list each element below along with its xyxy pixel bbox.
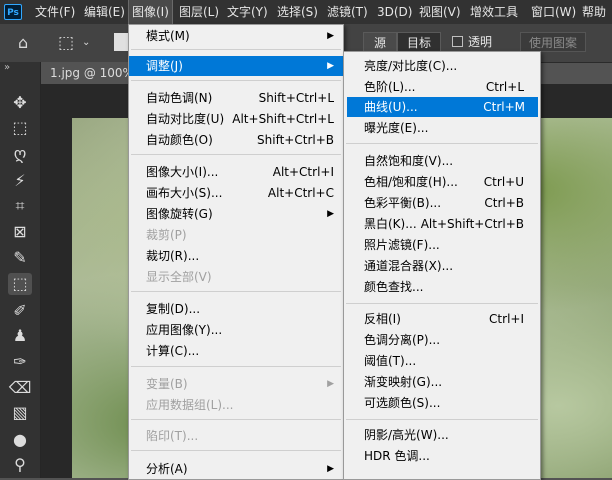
target-button[interactable]: 目标 <box>397 32 441 52</box>
menu-item-canvas-size[interactable]: 画布大小(S)... Alt+Ctrl+C <box>129 183 343 203</box>
menu-item-mode[interactable]: 模式(M) ▶ <box>129 26 343 46</box>
menu-item-posterize[interactable]: 色调分离(P)... <box>344 330 540 350</box>
source-button[interactable]: 源 <box>363 32 397 52</box>
document-tab[interactable]: 1.jpg @ 100%( <box>41 62 130 84</box>
blur-icon[interactable]: ● <box>8 429 32 451</box>
move-icon[interactable]: ✥ <box>8 92 32 114</box>
image-menu: 模式(M) ▶ 调整(J) ▶ 自动色调(N) Shift+Ctrl+L 自动对比度(… <box>128 24 344 480</box>
separator <box>131 49 341 50</box>
adjustments-submenu: 亮度/对比度(C)... 色阶(L)... Ctrl+L 曲线(U)... Ctrl… <box>343 51 541 480</box>
menu-item-apply-data-set[interactable]: 应用数据组(L)... <box>129 395 343 415</box>
menu-item-color-lookup[interactable]: 颜色查找... <box>344 277 540 297</box>
menu-item-apply-image[interactable]: 应用图像(Y)... <box>129 320 343 340</box>
use-pattern-button[interactable]: 使用图案 <box>520 32 587 52</box>
separator <box>131 154 341 155</box>
menu-item-variables[interactable]: 变量(B) ▶ <box>129 374 343 394</box>
dodge-icon[interactable]: ⚲ <box>8 454 32 476</box>
separator <box>346 303 538 304</box>
magic-wand-icon[interactable]: ⚡ <box>8 170 32 192</box>
menu-item-hue-saturation[interactable]: 色相/饱和度(H)... Ctrl+U <box>344 172 540 192</box>
transparent-label: 透明 <box>468 35 493 49</box>
lasso-icon[interactable]: ღ <box>8 143 32 165</box>
menu-bar: Ps 文件(F) 编辑(E) 图像(I) 图层(L) 文字(Y) 选择(S) 滤… <box>0 0 612 25</box>
eyedropper-icon[interactable]: ✎ <box>8 247 32 269</box>
separator <box>131 291 341 292</box>
separator <box>131 450 341 451</box>
menu-item-brightness-contrast[interactable]: 亮度/对比度(C)... <box>344 56 540 76</box>
submenu-arrow-icon: ▶ <box>327 379 334 389</box>
menu-item-photo-filter[interactable]: 照片滤镜(F)... <box>344 235 540 255</box>
marquee-icon[interactable]: ⬚ <box>8 117 32 139</box>
menu-item-curves[interactable]: 曲线(U)... Ctrl+M <box>347 97 538 117</box>
eraser-icon[interactable]: ⌫ <box>8 377 32 399</box>
menu-item-adjustments[interactable]: 调整(J) ▶ <box>129 56 343 76</box>
menu-image[interactable]: 图像(I) <box>128 0 173 25</box>
menu-filter[interactable]: 滤镜(T) <box>327 0 368 24</box>
home-icon[interactable]: ⌂ <box>18 24 28 62</box>
submenu-arrow-icon: ▶ <box>327 464 334 474</box>
menu-item-vibrance[interactable]: 自然饱和度(V)... <box>344 151 540 171</box>
transparent-checkbox[interactable] <box>452 36 463 47</box>
menu-3d[interactable]: 3D(D) <box>377 0 412 24</box>
gradient-icon[interactable]: ▧ <box>8 402 32 424</box>
history-brush-icon[interactable]: ✑ <box>8 351 32 373</box>
menu-item-hdr-toning[interactable]: HDR 色调... <box>344 446 540 466</box>
menu-plugins[interactable]: 增效工具 <box>470 0 518 24</box>
menu-item-calculations[interactable]: 计算(C)... <box>129 341 343 361</box>
patch-tool-preset-icon[interactable]: ⬚ <box>58 24 74 62</box>
menu-item-levels[interactable]: 色阶(L)... Ctrl+L <box>344 77 540 97</box>
menu-item-shadows-highlights[interactable]: 阴影/高光(W)... <box>344 425 540 445</box>
menu-window[interactable]: 窗口(W) <box>531 0 576 24</box>
menu-file[interactable]: 文件(F) <box>35 0 75 24</box>
menu-item-auto-tone[interactable]: 自动色调(N) Shift+Ctrl+L <box>129 88 343 108</box>
menu-item-trap[interactable]: 陷印(T)... <box>129 426 343 446</box>
tools-panel: » ✥ ⬚ ღ ⚡ ⌗ ⊠ ✎ ⬚ ✐ ♟ ✑ ⌫ ▧ ● ⚲ <box>0 62 41 478</box>
frame-icon[interactable]: ⊠ <box>8 221 32 243</box>
menu-item-auto-color[interactable]: 自动颜色(O) Shift+Ctrl+B <box>129 130 343 150</box>
menu-view[interactable]: 视图(V) <box>419 0 461 24</box>
stamp-icon[interactable]: ♟ <box>8 325 32 347</box>
crop-icon[interactable]: ⌗ <box>8 195 32 217</box>
menu-item-reveal-all[interactable]: 显示全部(V) <box>129 267 343 287</box>
separator <box>346 419 538 420</box>
photoshop-logo: Ps <box>4 4 22 20</box>
menu-item-selective-color[interactable]: 可选颜色(S)... <box>344 393 540 413</box>
separator <box>131 419 341 420</box>
menu-item-threshold[interactable]: 阈值(T)... <box>344 351 540 371</box>
menu-help[interactable]: 帮助 <box>582 0 606 24</box>
menu-item-crop[interactable]: 裁剪(P) <box>129 225 343 245</box>
menu-type[interactable]: 文字(Y) <box>227 0 268 24</box>
separator <box>346 143 538 144</box>
menu-select[interactable]: 选择(S) <box>277 0 318 24</box>
menu-item-gradient-map[interactable]: 渐变映射(G)... <box>344 372 540 392</box>
menu-item-black-white[interactable]: 黑白(K)... Alt+Shift+Ctrl+B <box>344 214 540 234</box>
separator <box>131 366 341 367</box>
menu-item-exposure[interactable]: 曝光度(E)... <box>344 118 540 138</box>
brush-icon[interactable]: ✐ <box>8 300 32 322</box>
menu-item-color-balance[interactable]: 色彩平衡(B)... Ctrl+B <box>344 193 540 213</box>
menu-edit[interactable]: 编辑(E) <box>84 0 125 24</box>
menu-item-channel-mixer[interactable]: 通道混合器(X)... <box>344 256 540 276</box>
collapse-icon[interactable]: » <box>4 62 10 73</box>
menu-item-trim[interactable]: 裁切(R)... <box>129 246 343 266</box>
submenu-arrow-icon: ▶ <box>327 209 334 219</box>
menu-item-auto-contrast[interactable]: 自动对比度(U) Alt+Shift+Ctrl+L <box>129 109 343 129</box>
menu-item-duplicate[interactable]: 复制(D)... <box>129 299 343 319</box>
chevron-down-icon[interactable]: ⌄ <box>82 24 90 62</box>
patch-icon[interactable]: ⬚ <box>8 273 32 295</box>
submenu-arrow-icon: ▶ <box>327 61 334 71</box>
submenu-arrow-icon: ▶ <box>327 31 334 41</box>
menu-item-analysis[interactable]: 分析(A) ▶ <box>129 459 343 479</box>
menu-item-image-rotation[interactable]: 图像旋转(G) ▶ <box>129 204 343 224</box>
menu-item-image-size[interactable]: 图像大小(I)... Alt+Ctrl+I <box>129 162 343 182</box>
menu-layer[interactable]: 图层(L) <box>179 0 219 24</box>
separator <box>131 80 341 81</box>
menu-item-invert[interactable]: 反相(I) Ctrl+I <box>344 309 540 329</box>
selection-mode-icon[interactable] <box>114 33 128 51</box>
